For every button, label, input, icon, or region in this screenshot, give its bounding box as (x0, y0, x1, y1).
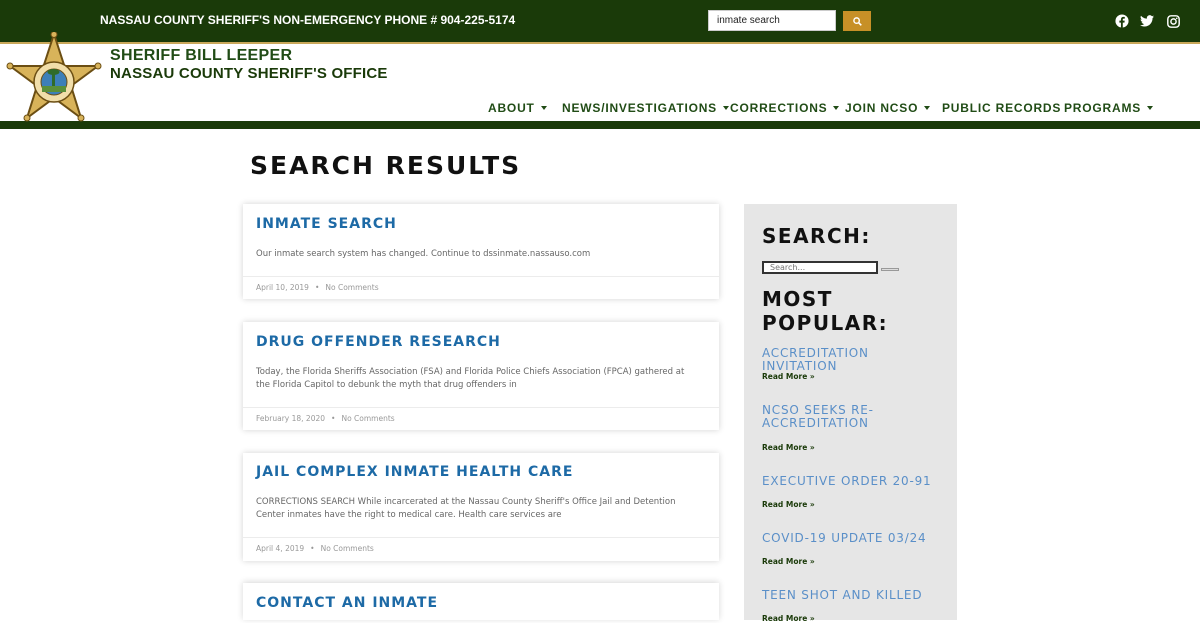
result-title-link[interactable]: INMATE SEARCH (256, 216, 397, 232)
read-more-link[interactable]: Read More » (762, 614, 815, 623)
caret-down-icon (540, 106, 547, 110)
instagram-link[interactable] (1165, 13, 1181, 29)
read-more-link[interactable]: Read More » (762, 443, 815, 452)
meta-separator: • (314, 283, 320, 292)
read-more-link[interactable]: Read More » (762, 372, 815, 381)
popular-post-link[interactable]: TEEN SHOT AND KILLED (762, 589, 947, 602)
sheriff-star-badge[interactable] (4, 32, 104, 128)
result-meta: April 4, 2019 • No Comments (256, 544, 374, 553)
card-divider (243, 276, 719, 277)
nav-item-programs[interactable]: PROGRAMS (1064, 101, 1154, 115)
header-gold-line (0, 42, 1200, 44)
meta-separator: • (331, 414, 336, 423)
result-excerpt: Today, the Florida Sheriffs Association … (256, 367, 685, 390)
nav-item-news-investigations[interactable]: NEWS/INVESTIGATIONS (562, 101, 729, 115)
facebook-icon (1115, 14, 1129, 28)
caret-down-icon (833, 106, 840, 110)
result-comments: No Comments (320, 544, 374, 553)
card-divider (243, 407, 719, 408)
result-meta: February 18, 2020 • No Comments (256, 414, 395, 423)
header-office-name: NASSAU COUNTY SHERIFF'S OFFICE (110, 65, 388, 82)
result-card: CONTACT AN INMATE (243, 583, 719, 620)
meta-separator: • (310, 544, 315, 553)
nav-label: CORRECTIONS (730, 101, 828, 115)
nav-item-corrections[interactable]: CORRECTIONS (730, 101, 840, 115)
result-title-link[interactable]: CONTACT AN INMATE (256, 595, 438, 611)
facebook-link[interactable] (1114, 13, 1130, 29)
header-sheriff-name: SHERIFF BILL LEEPER (110, 47, 293, 64)
caret-down-icon (924, 106, 931, 110)
top-bar: NASSAU COUNTY SHERIFF'S NON-EMERGENCY PH… (0, 0, 1200, 42)
top-search-button[interactable] (843, 11, 871, 31)
result-card: JAIL COMPLEX INMATE HEALTH CARE CORRECTI… (243, 453, 719, 561)
result-excerpt: Our inmate search system has changed. Co… (256, 249, 591, 259)
read-more-link[interactable]: Read More » (762, 500, 815, 509)
nav-label: PUBLIC RECORDS (942, 101, 1062, 115)
non-emergency-phone: NASSAU COUNTY SHERIFF'S NON-EMERGENCY PH… (100, 13, 516, 27)
result-date: April 4, 2019 (256, 544, 305, 553)
nav-label: PROGRAMS (1064, 101, 1142, 115)
nav-label: ABOUT (488, 101, 535, 115)
result-date: February 18, 2020 (256, 414, 326, 423)
result-excerpt: CORRECTIONS SEARCH While incarcerated at… (256, 497, 676, 520)
twitter-link[interactable] (1139, 13, 1155, 29)
popular-post-link[interactable]: NCSO SEEKS RE-ACCREDITATION (762, 404, 912, 430)
most-popular-heading: MOST POPULAR: (762, 287, 889, 335)
nav-label: NEWS/INVESTIGATIONS (562, 101, 717, 115)
result-comments: No Comments (325, 283, 379, 292)
result-meta: April 10, 2019 • No Comments (256, 283, 379, 292)
popular-post-link[interactable]: ACCREDITATION INVITATION (762, 347, 947, 373)
caret-down-icon (1147, 106, 1154, 110)
header-bottom-band (0, 121, 1200, 129)
result-title-link[interactable]: JAIL COMPLEX INMATE HEALTH CARE (256, 464, 573, 480)
nav-item-about[interactable]: ABOUT (488, 101, 547, 115)
sidebar-search-heading: SEARCH: (762, 224, 871, 248)
popular-post-link[interactable]: EXECUTIVE ORDER 20-91 (762, 475, 947, 488)
twitter-icon (1140, 15, 1154, 27)
page-title: SEARCH RESULTS (250, 151, 522, 180)
search-icon (852, 16, 862, 26)
result-title-link[interactable]: DRUG OFFENDER RESEARCH (256, 334, 501, 350)
card-divider (243, 537, 719, 538)
nav-item-join-ncso[interactable]: JOIN NCSO (845, 101, 931, 115)
sidebar-search-input[interactable] (762, 261, 878, 274)
nav-item-public-records[interactable]: PUBLIC RECORDS (942, 101, 1061, 115)
read-more-link[interactable]: Read More » (762, 557, 815, 566)
popular-post-link[interactable]: COVID-19 UPDATE 03/24 (762, 532, 947, 545)
instagram-icon (1166, 14, 1180, 28)
result-card: DRUG OFFENDER RESEARCH Today, the Florid… (243, 322, 719, 430)
result-comments: No Comments (341, 414, 395, 423)
sidebar: SEARCH: MOST POPULAR: ACCREDITATION INVI… (744, 204, 957, 623)
result-card: INMATE SEARCH Our inmate search system h… (243, 204, 719, 299)
sidebar-search-button[interactable] (881, 268, 899, 271)
result-date: April 10, 2019 (256, 283, 309, 292)
top-search-input[interactable] (708, 10, 836, 31)
caret-down-icon (723, 106, 729, 110)
nav-label: JOIN NCSO (845, 101, 919, 115)
